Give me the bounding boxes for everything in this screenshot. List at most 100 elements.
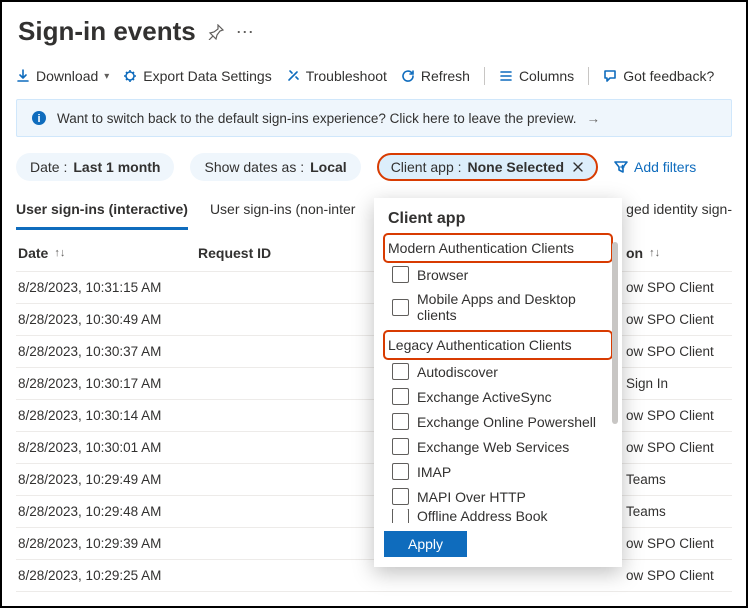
cell-date: 8/28/2023, 10:30:49 AM	[18, 312, 198, 327]
cell-action: ow SPO Client	[620, 440, 730, 455]
filter-row: Date : Last 1 month Show dates as : Loca…	[16, 153, 732, 181]
cell-action: Sign In	[620, 376, 730, 391]
arrow-right-icon: →	[587, 111, 601, 126]
filter-clientapp-value: None Selected	[468, 159, 564, 175]
filter-showdates-label: Show dates as :	[204, 159, 304, 175]
checkbox-icon[interactable]	[392, 488, 409, 505]
checkbox-icon[interactable]	[392, 299, 409, 316]
filter-option[interactable]: Mobile Apps and Desktop clients	[392, 287, 610, 327]
group-modern-header: Modern Authentication Clients	[386, 236, 610, 260]
cell-action: ow SPO Client	[620, 536, 730, 551]
feedback-label: Got feedback?	[623, 68, 714, 84]
filter-option-label: Autodiscover	[417, 364, 498, 380]
feedback-button[interactable]: Got feedback?	[603, 68, 714, 84]
filter-option-label: Mobile Apps and Desktop clients	[417, 291, 610, 323]
sort-icon: ↑↓	[54, 247, 65, 259]
troubleshoot-button[interactable]: Troubleshoot	[286, 68, 387, 84]
checkbox-icon[interactable]	[392, 463, 409, 480]
troubleshoot-label: Troubleshoot	[306, 68, 387, 84]
filter-option[interactable]: Browser	[392, 262, 610, 287]
scrollbar[interactable]	[612, 242, 618, 424]
cell-date: 8/28/2023, 10:30:17 AM	[18, 376, 198, 391]
tab-noninteractive[interactable]: User sign-ins (non-inter	[210, 195, 356, 230]
export-button[interactable]: Export Data Settings	[123, 68, 271, 84]
apply-button[interactable]: Apply	[384, 531, 467, 557]
refresh-label: Refresh	[421, 68, 470, 84]
col-date-label: Date	[18, 245, 48, 261]
cell-date: 8/28/2023, 10:30:14 AM	[18, 408, 198, 423]
tab-managed-identity[interactable]: ged identity sign-	[626, 195, 732, 230]
cell-date: 8/28/2023, 10:30:37 AM	[18, 344, 198, 359]
checkbox-icon[interactable]	[392, 413, 409, 430]
command-bar: Download ▾ Export Data Settings Troubles…	[16, 65, 732, 99]
filter-date[interactable]: Date : Last 1 month	[16, 153, 174, 181]
cell-action: Teams	[620, 504, 730, 519]
filter-option[interactable]: IMAP	[392, 459, 610, 484]
filter-option[interactable]: Offline Address Book	[392, 509, 610, 523]
group-modern-options: Browser Mobile Apps and Desktop clients	[386, 262, 610, 327]
chevron-down-icon: ▾	[104, 71, 109, 82]
cell-request	[198, 568, 620, 583]
info-icon: i	[31, 110, 47, 126]
banner-text: Want to switch back to the default sign-…	[57, 111, 577, 126]
pin-icon[interactable]	[208, 24, 224, 40]
filter-option-label: IMAP	[417, 464, 451, 480]
add-filters-label: Add filters	[634, 159, 696, 175]
checkbox-icon[interactable]	[392, 438, 409, 455]
cell-action: ow SPO Client	[620, 312, 730, 327]
cell-date: 8/28/2023, 10:29:39 AM	[18, 536, 198, 551]
col-action-label: on	[626, 245, 643, 261]
columns-label: Columns	[519, 68, 574, 84]
preview-banner[interactable]: i Want to switch back to the default sig…	[16, 99, 732, 137]
checkbox-icon[interactable]	[392, 388, 409, 405]
checkbox-icon[interactable]	[392, 509, 409, 523]
filter-date-label: Date :	[30, 159, 67, 175]
cell-date: 8/28/2023, 10:30:01 AM	[18, 440, 198, 455]
page-title: Sign-in events	[18, 16, 196, 47]
filter-option[interactable]: Exchange ActiveSync	[392, 384, 610, 409]
col-date[interactable]: Date ↑↓	[18, 245, 198, 261]
cell-date: 8/28/2023, 10:29:48 AM	[18, 504, 198, 519]
group-legacy-header: Legacy Authentication Clients	[386, 333, 610, 357]
divider	[588, 67, 589, 85]
svg-text:i: i	[37, 113, 40, 125]
group-legacy-options: Autodiscover Exchange ActiveSync Exchange …	[386, 359, 610, 523]
filter-date-value: Last 1 month	[73, 159, 160, 175]
add-filters-button[interactable]: Add filters	[614, 159, 696, 175]
filter-option[interactable]: Exchange Web Services	[392, 434, 610, 459]
filter-showdates-value: Local	[310, 159, 347, 175]
filter-option-label: Browser	[417, 267, 468, 283]
cell-action: ow SPO Client	[620, 568, 730, 583]
tab-interactive[interactable]: User sign-ins (interactive)	[16, 195, 188, 230]
filter-option-label: MAPI Over HTTP	[417, 489, 526, 505]
filter-option-label: Exchange Online Powershell	[417, 414, 596, 430]
cell-action: ow SPO Client	[620, 280, 730, 295]
filter-icon	[614, 160, 628, 174]
cell-action: ow SPO Client	[620, 408, 730, 423]
cell-date: 8/28/2023, 10:29:49 AM	[18, 472, 198, 487]
columns-button[interactable]: Columns	[499, 68, 574, 84]
cell-action: ow SPO Client	[620, 344, 730, 359]
close-icon[interactable]	[572, 161, 584, 173]
divider	[484, 67, 485, 85]
download-button[interactable]: Download ▾	[16, 68, 109, 84]
download-label: Download	[36, 68, 98, 84]
checkbox-icon[interactable]	[392, 266, 409, 283]
more-icon[interactable]: ⋯	[236, 23, 254, 41]
filter-option[interactable]: MAPI Over HTTP	[392, 484, 610, 509]
sort-icon: ↑↓	[649, 247, 660, 259]
filter-option-label: Exchange ActiveSync	[417, 389, 552, 405]
col-action[interactable]: on ↑↓	[620, 245, 730, 261]
filter-showdates[interactable]: Show dates as : Local	[190, 153, 360, 181]
filter-option[interactable]: Exchange Online Powershell	[392, 409, 610, 434]
refresh-button[interactable]: Refresh	[401, 68, 470, 84]
export-label: Export Data Settings	[143, 68, 271, 84]
cell-action: Teams	[620, 472, 730, 487]
filter-option-label: Exchange Web Services	[417, 439, 569, 455]
filter-clientapp[interactable]: Client app : None Selected	[377, 153, 598, 181]
checkbox-icon[interactable]	[392, 363, 409, 380]
filter-option[interactable]: Autodiscover	[392, 359, 610, 384]
filter-clientapp-label: Client app :	[391, 159, 462, 175]
popup-title: Client app	[388, 210, 610, 228]
cell-date: 8/28/2023, 10:31:15 AM	[18, 280, 198, 295]
